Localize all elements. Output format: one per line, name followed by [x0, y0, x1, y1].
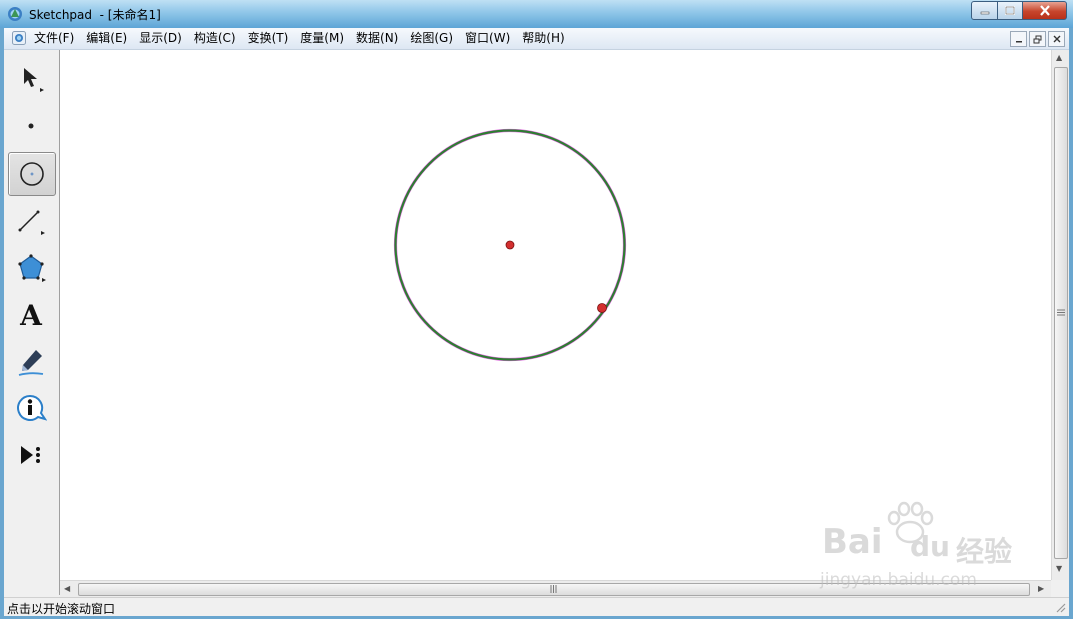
tool-custom[interactable] [8, 435, 54, 477]
tool-text[interactable]: A [8, 294, 54, 336]
text-tool-icon: A [20, 298, 42, 332]
center-point[interactable] [505, 240, 515, 250]
document-icon[interactable] [12, 31, 26, 45]
menu-measure[interactable]: 度量(M) [294, 28, 350, 49]
vertical-scrollbar[interactable]: ▲ ▼ [1051, 50, 1069, 580]
information-tool-icon [17, 394, 47, 421]
status-bar: 点击以开始滚动窗口 [4, 597, 1069, 616]
toolbox: A [4, 50, 60, 595]
minimize-icon [980, 11, 989, 14]
sketchpad-app-icon [8, 7, 22, 21]
scroll-left-arrow-icon[interactable]: ◀ [64, 585, 70, 593]
tool-marker[interactable] [8, 341, 54, 383]
tool-select-arrow[interactable] [8, 58, 54, 100]
window-close-button[interactable] [1023, 1, 1067, 20]
scroll-right-arrow-icon[interactable]: ▶ [1038, 585, 1044, 593]
tool-information[interactable] [8, 388, 54, 430]
restore-icon [1033, 35, 1042, 43]
point-tool-icon [28, 123, 34, 129]
menu-file[interactable]: 文件(F) [28, 28, 80, 49]
minimize-icon [1015, 41, 1022, 43]
watermark-brand: Bai [822, 522, 883, 562]
tool-straightedge[interactable] [8, 200, 54, 242]
custom-tool-icon [21, 446, 40, 464]
scroll-down-arrow-icon[interactable]: ▼ [1056, 565, 1062, 573]
window-title: Sketchpad - [未命名1] [29, 8, 161, 22]
grip-icon [550, 585, 557, 593]
document-close-button[interactable] [1048, 31, 1065, 47]
window-minimize-button[interactable] [971, 1, 998, 20]
menu-help[interactable]: 帮助(H) [516, 28, 570, 49]
watermark-cn: 经验 [956, 535, 1013, 568]
document-restore-button[interactable] [1029, 31, 1046, 47]
maximize-icon [1005, 6, 1015, 15]
menu-transform[interactable]: 变换(T) [242, 28, 295, 49]
menu-bar: 文件(F) 编辑(E) 显示(D) 构造(C) 变换(T) 度量(M) 数据(N… [4, 28, 1069, 50]
menu-graph[interactable]: 绘图(G) [404, 28, 459, 49]
vertical-scroll-thumb[interactable] [1054, 67, 1068, 559]
compass-tool-icon [20, 162, 44, 186]
resize-grip-icon[interactable] [1054, 601, 1066, 613]
menu-edit[interactable]: 编辑(E) [80, 28, 133, 49]
polygon-tool-icon [18, 254, 46, 282]
marker-tool-icon [18, 350, 44, 376]
close-icon [1053, 35, 1060, 43]
scroll-up-arrow-icon[interactable]: ▲ [1056, 54, 1062, 62]
tool-compass[interactable] [8, 152, 56, 196]
menu-display[interactable]: 显示(D) [133, 28, 188, 49]
arrow-select-icon [24, 68, 44, 92]
radius-point[interactable] [597, 303, 607, 313]
tool-polygon[interactable] [8, 247, 54, 289]
menu-number[interactable]: 数据(N) [350, 28, 404, 49]
status-text: 点击以开始滚动窗口 [7, 602, 116, 616]
tool-point[interactable] [8, 105, 54, 147]
grip-icon [1057, 309, 1065, 316]
window-title-bar[interactable]: Sketchpad - [未命名1] [0, 0, 1073, 28]
document-minimize-button[interactable] [1010, 31, 1027, 47]
straightedge-tool-icon [18, 210, 45, 235]
watermark-url: jingyan.baidu.com [820, 570, 977, 590]
menu-construct[interactable]: 构造(C) [188, 28, 242, 49]
menu-window[interactable]: 窗口(W) [459, 28, 516, 49]
baidu-watermark: Bai du 经验 jingyan.baidu.com [818, 500, 1018, 595]
watermark-brand-suffix: du [910, 530, 950, 563]
window-maximize-button[interactable] [998, 1, 1023, 20]
close-icon [1039, 5, 1050, 16]
